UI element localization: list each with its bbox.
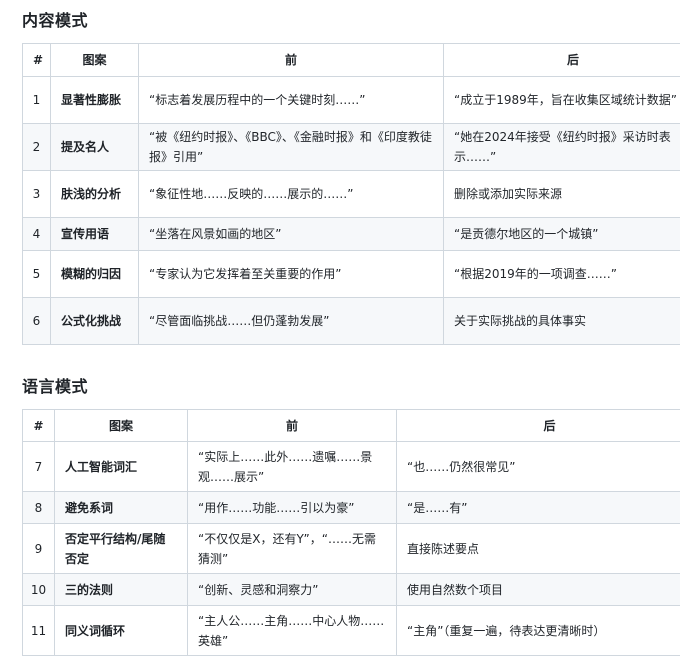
language-patterns-table: # 图案 前 后 7 人工智能词汇 “实际上……此外……遗嘱……景观……展示” … <box>22 409 680 656</box>
before-example: “被《纽约时报》、《BBC》、《金融时报》和《印度教徒报》引用” <box>138 123 444 171</box>
column-header-after: 后 <box>396 409 680 442</box>
pattern-name: 同义词循环 <box>54 605 188 656</box>
content-patterns-table: # 图案 前 后 1 显著性膨胀 “标志着发展历程中的一个关键时刻……” “成立… <box>22 43 680 345</box>
table-header-row: # 图案 前 后 <box>22 43 680 77</box>
after-example: “主角”（重复一遍，待表达更清晰时） <box>396 605 680 656</box>
after-example: “成立于1989年，旨在收集区域统计数据” <box>443 76 680 124</box>
column-header-number: # <box>22 409 55 442</box>
table-row: 9 否定平行结构/尾随否定 “不仅仅是X，还有Y”，“……无需猜测” 直接陈述要… <box>22 523 680 574</box>
pattern-name: 宣传用语 <box>50 217 139 251</box>
pattern-name: 否定平行结构/尾随否定 <box>54 523 188 574</box>
column-header-pattern: 图案 <box>54 409 188 442</box>
before-example: “专家认为它发挥着至关重要的作用” <box>138 250 444 298</box>
pattern-name: 提及名人 <box>50 123 139 171</box>
table-row: 2 提及名人 “被《纽约时报》、《BBC》、《金融时报》和《印度教徒报》引用” … <box>22 123 680 171</box>
pattern-name: 人工智能词汇 <box>54 441 188 492</box>
after-example: “她在2024年接受《纽约时报》采访时表示……” <box>443 123 680 171</box>
section-title-content-patterns: 内容模式 <box>22 11 89 30</box>
row-number: 2 <box>22 123 51 171</box>
section-title-language-patterns: 语言模式 <box>22 377 89 396</box>
before-example: “创新、灵感和洞察力” <box>187 573 397 606</box>
pattern-name: 避免系词 <box>54 491 188 524</box>
before-example: “不仅仅是X，还有Y”，“……无需猜测” <box>187 523 397 574</box>
column-header-pattern: 图案 <box>50 43 139 77</box>
table-row: 7 人工智能词汇 “实际上……此外……遗嘱……景观……展示” “也……仍然很常见… <box>22 441 680 492</box>
pattern-name: 公式化挑战 <box>50 297 139 345</box>
table-row: 3 肤浅的分析 “象征性地……反映的……展示的……” 删除或添加实际来源 <box>22 170 680 218</box>
pattern-name: 模糊的归因 <box>50 250 139 298</box>
row-number: 5 <box>22 250 51 298</box>
pattern-name: 三的法则 <box>54 573 188 606</box>
after-example: 删除或添加实际来源 <box>443 170 680 218</box>
pattern-name: 显著性膨胀 <box>50 76 139 124</box>
before-example: “主人公……主角……中心人物……英雄” <box>187 605 397 656</box>
after-example: “是贡德尔地区的一个城镇” <box>443 217 680 251</box>
table-row: 6 公式化挑战 “尽管面临挑战……但仍蓬勃发展” 关于实际挑战的具体事实 <box>22 297 680 345</box>
table-row: 4 宣传用语 “坐落在风景如画的地区” “是贡德尔地区的一个城镇” <box>22 217 680 251</box>
after-example: “也……仍然很常见” <box>396 441 680 492</box>
after-example: “根据2019年的一项调查……” <box>443 250 680 298</box>
before-example: “实际上……此外……遗嘱……景观……展示” <box>187 441 397 492</box>
row-number: 10 <box>22 573 55 606</box>
table-row: 8 避免系词 “用作……功能……引以为豪” “是……有” <box>22 491 680 524</box>
after-example: 关于实际挑战的具体事实 <box>443 297 680 345</box>
row-number: 6 <box>22 297 51 345</box>
table-row: 11 同义词循环 “主人公……主角……中心人物……英雄” “主角”（重复一遍，待… <box>22 605 680 656</box>
row-number: 4 <box>22 217 51 251</box>
row-number: 7 <box>22 441 55 492</box>
row-number: 1 <box>22 76 51 124</box>
pattern-name: 肤浅的分析 <box>50 170 139 218</box>
table-row: 1 显著性膨胀 “标志着发展历程中的一个关键时刻……” “成立于1989年，旨在… <box>22 76 680 124</box>
table-header-row: # 图案 前 后 <box>22 409 680 442</box>
after-example: 直接陈述要点 <box>396 523 680 574</box>
after-example: “是……有” <box>396 491 680 524</box>
before-example: “用作……功能……引以为豪” <box>187 491 397 524</box>
row-number: 9 <box>22 523 55 574</box>
table-row: 10 三的法则 “创新、灵感和洞察力” 使用自然数个项目 <box>22 573 680 606</box>
after-example: 使用自然数个项目 <box>396 573 680 606</box>
column-header-number: # <box>22 43 51 77</box>
before-example: “坐落在风景如画的地区” <box>138 217 444 251</box>
before-example: “尽管面临挑战……但仍蓬勃发展” <box>138 297 444 345</box>
row-number: 3 <box>22 170 51 218</box>
before-example: “象征性地……反映的……展示的……” <box>138 170 444 218</box>
column-header-after: 后 <box>443 43 680 77</box>
column-header-before: 前 <box>187 409 397 442</box>
row-number: 11 <box>22 605 55 656</box>
column-header-before: 前 <box>138 43 444 77</box>
row-number: 8 <box>22 491 55 524</box>
before-example: “标志着发展历程中的一个关键时刻……” <box>138 76 444 124</box>
table-row: 5 模糊的归因 “专家认为它发挥着至关重要的作用” “根据2019年的一项调查…… <box>22 250 680 298</box>
